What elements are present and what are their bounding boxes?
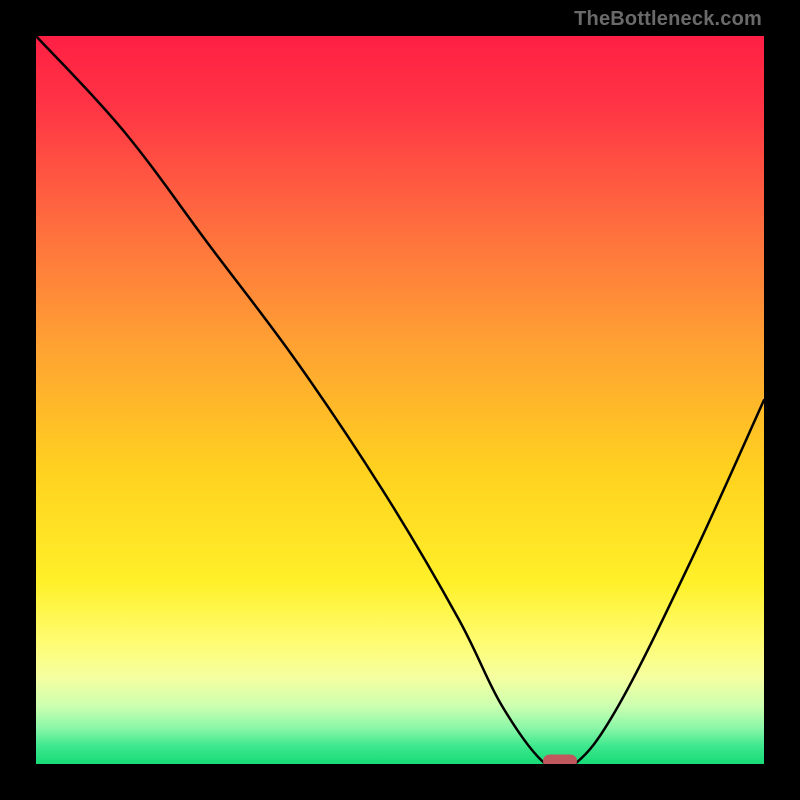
bottleneck-curve [36, 36, 764, 764]
curve-path [36, 36, 764, 764]
watermark-text: TheBottleneck.com [574, 8, 762, 31]
chart-frame: TheBottleneck.com [0, 0, 800, 800]
plot-area [36, 36, 764, 764]
optimal-marker [543, 755, 577, 765]
